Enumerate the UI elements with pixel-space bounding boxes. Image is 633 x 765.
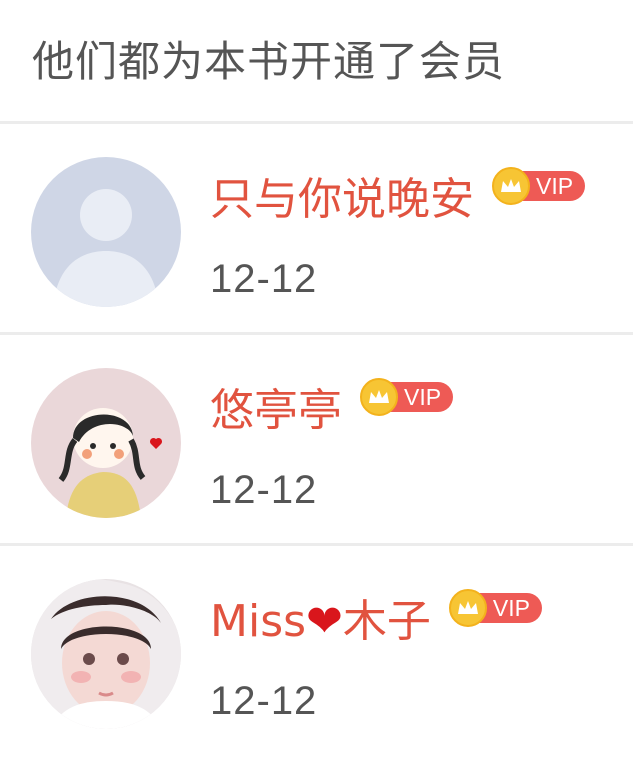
join-date: 12-12 [210,679,318,723]
crown-icon [448,589,487,627]
name-line: Miss❤木子 VIP [210,589,542,650]
crown-icon [492,167,530,205]
list-item[interactable]: 悠亭亭 VIP 12-12 [0,335,633,546]
member-name[interactable]: Miss❤木子 [210,594,431,650]
list-item[interactable]: Miss❤木子 VIP 12-12 [0,546,633,746]
member-name[interactable]: 只与你说晚安 [210,172,474,228]
name-line: 悠亭亭 VIP [210,378,454,439]
name-line: 只与你说晚安 VIP [210,167,586,228]
default-avatar-icon [31,157,181,307]
name-prefix: Miss [210,596,307,647]
avatar-photo[interactable] [31,579,181,729]
join-date: 12-12 [210,257,318,301]
avatar-default[interactable] [31,157,181,307]
heart-icon: ❤ [306,596,343,647]
user-photo-avatar-image [31,579,181,729]
join-date: 12-12 [210,468,318,512]
vip-badge: VIP [360,378,454,416]
name-suffix: 木子 [342,596,431,647]
list-item[interactable]: 只与你说晚安 VIP 12-12 [0,124,633,335]
avatar-cartoon-girl[interactable] [31,368,181,518]
crown-icon [360,378,398,416]
vip-badge: VIP [492,167,586,205]
vip-badge: VIP [448,589,542,627]
section-title: 他们都为本书开通了会员 [32,37,506,86]
member-list: 只与你说晚安 VIP 12-12 悠亭亭 VIP 12-12 Miss❤木子 V… [0,124,633,746]
cartoon-girl-avatar-image [31,368,181,518]
member-name[interactable]: 悠亭亭 [210,383,342,439]
members-header: 他们都为本书开通了会员 [0,0,633,124]
